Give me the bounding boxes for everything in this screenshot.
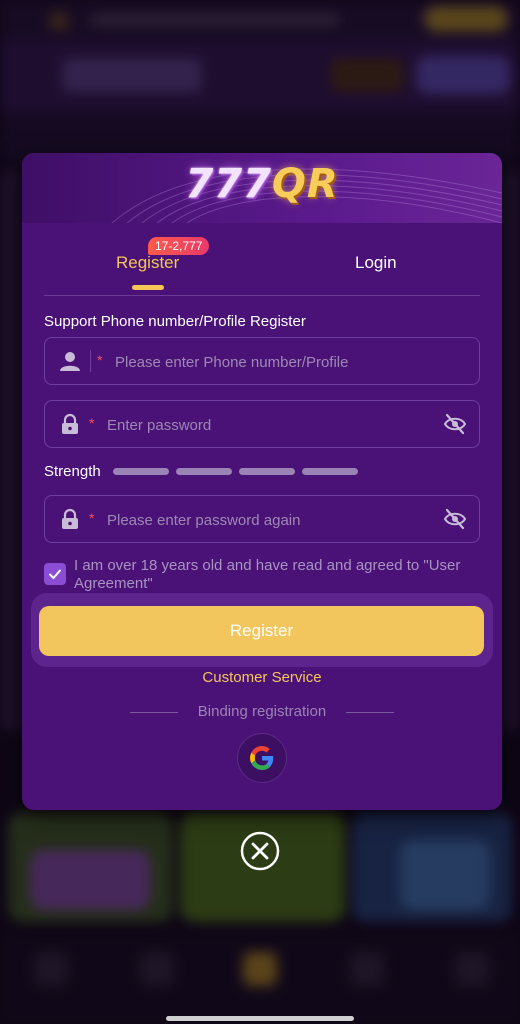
active-tab-indicator xyxy=(132,285,164,290)
confirm-password-input[interactable] xyxy=(105,496,429,544)
binding-registration-label: Binding registration xyxy=(197,703,327,720)
confirm-password-field: * xyxy=(44,495,480,544)
customer-service-link[interactable]: Customer Service xyxy=(22,669,502,686)
check-icon xyxy=(49,569,61,579)
strength-segment xyxy=(113,468,169,475)
field-separator xyxy=(90,350,91,372)
modal-header: 777QR xyxy=(22,153,502,223)
auth-tabs: Register 17-2,777 Login xyxy=(22,223,502,296)
close-modal-button[interactable] xyxy=(240,831,280,871)
strength-segment xyxy=(176,468,232,475)
register-modal: 777QR Register 17-2,777 Login Support Ph… xyxy=(22,153,502,810)
tab-login[interactable]: Login xyxy=(355,253,397,273)
strength-segment xyxy=(302,468,358,475)
close-icon xyxy=(240,831,280,871)
eye-off-icon[interactable] xyxy=(443,508,467,530)
password-input[interactable] xyxy=(105,401,429,449)
google-icon xyxy=(250,746,274,770)
phone-field: * xyxy=(44,337,480,386)
required-mark: * xyxy=(97,352,103,368)
home-indicator xyxy=(166,1016,354,1021)
google-login-button[interactable] xyxy=(237,733,287,783)
strength-segment xyxy=(239,468,295,475)
phone-input[interactable] xyxy=(113,338,467,386)
register-badge: 17-2,777 xyxy=(148,237,210,255)
form-section-label: Support Phone number/Profile Register xyxy=(44,313,306,330)
register-button[interactable]: Register xyxy=(39,606,484,656)
strength-label: Strength xyxy=(44,463,101,480)
tabs-divider xyxy=(44,295,480,296)
tab-register[interactable]: Register xyxy=(116,253,179,273)
required-mark: * xyxy=(89,510,95,526)
password-field: * xyxy=(44,400,480,449)
lock-icon xyxy=(62,413,78,434)
required-mark: * xyxy=(89,415,95,431)
lock-icon xyxy=(62,508,78,529)
brand-logo: 777QR xyxy=(185,161,339,207)
divider-line-right xyxy=(346,712,394,713)
eye-off-icon[interactable] xyxy=(443,413,467,435)
agreement-checkbox[interactable] xyxy=(44,563,66,585)
agreement-text[interactable]: I am over 18 years old and have read and… xyxy=(74,557,486,593)
user-icon xyxy=(60,352,80,371)
